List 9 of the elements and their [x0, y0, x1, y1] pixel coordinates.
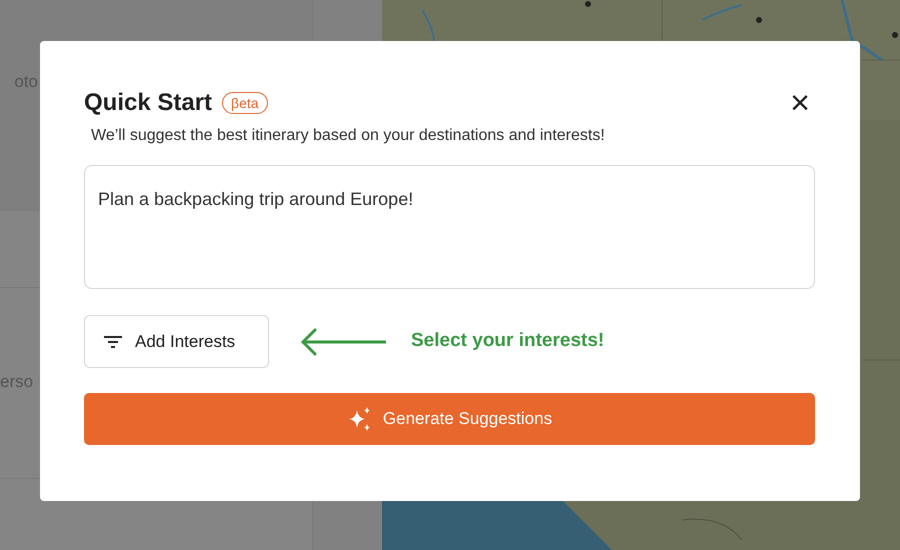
arrow-icon — [300, 328, 386, 356]
dialog-title: Quick Start — [84, 88, 212, 118]
filter-icon — [103, 334, 123, 348]
add-interests-button[interactable]: Add Interests — [84, 315, 269, 368]
prompt-field[interactable]: Plan a backpacking trip around Europe! — [84, 165, 815, 289]
hint-text: Select your interests! — [411, 329, 604, 354]
beta-badge: βeta — [222, 92, 268, 114]
close-button[interactable]: × — [790, 86, 810, 120]
dialog-subtitle: We’ll suggest the best itinerary based on your destinations and interests! — [91, 126, 606, 146]
